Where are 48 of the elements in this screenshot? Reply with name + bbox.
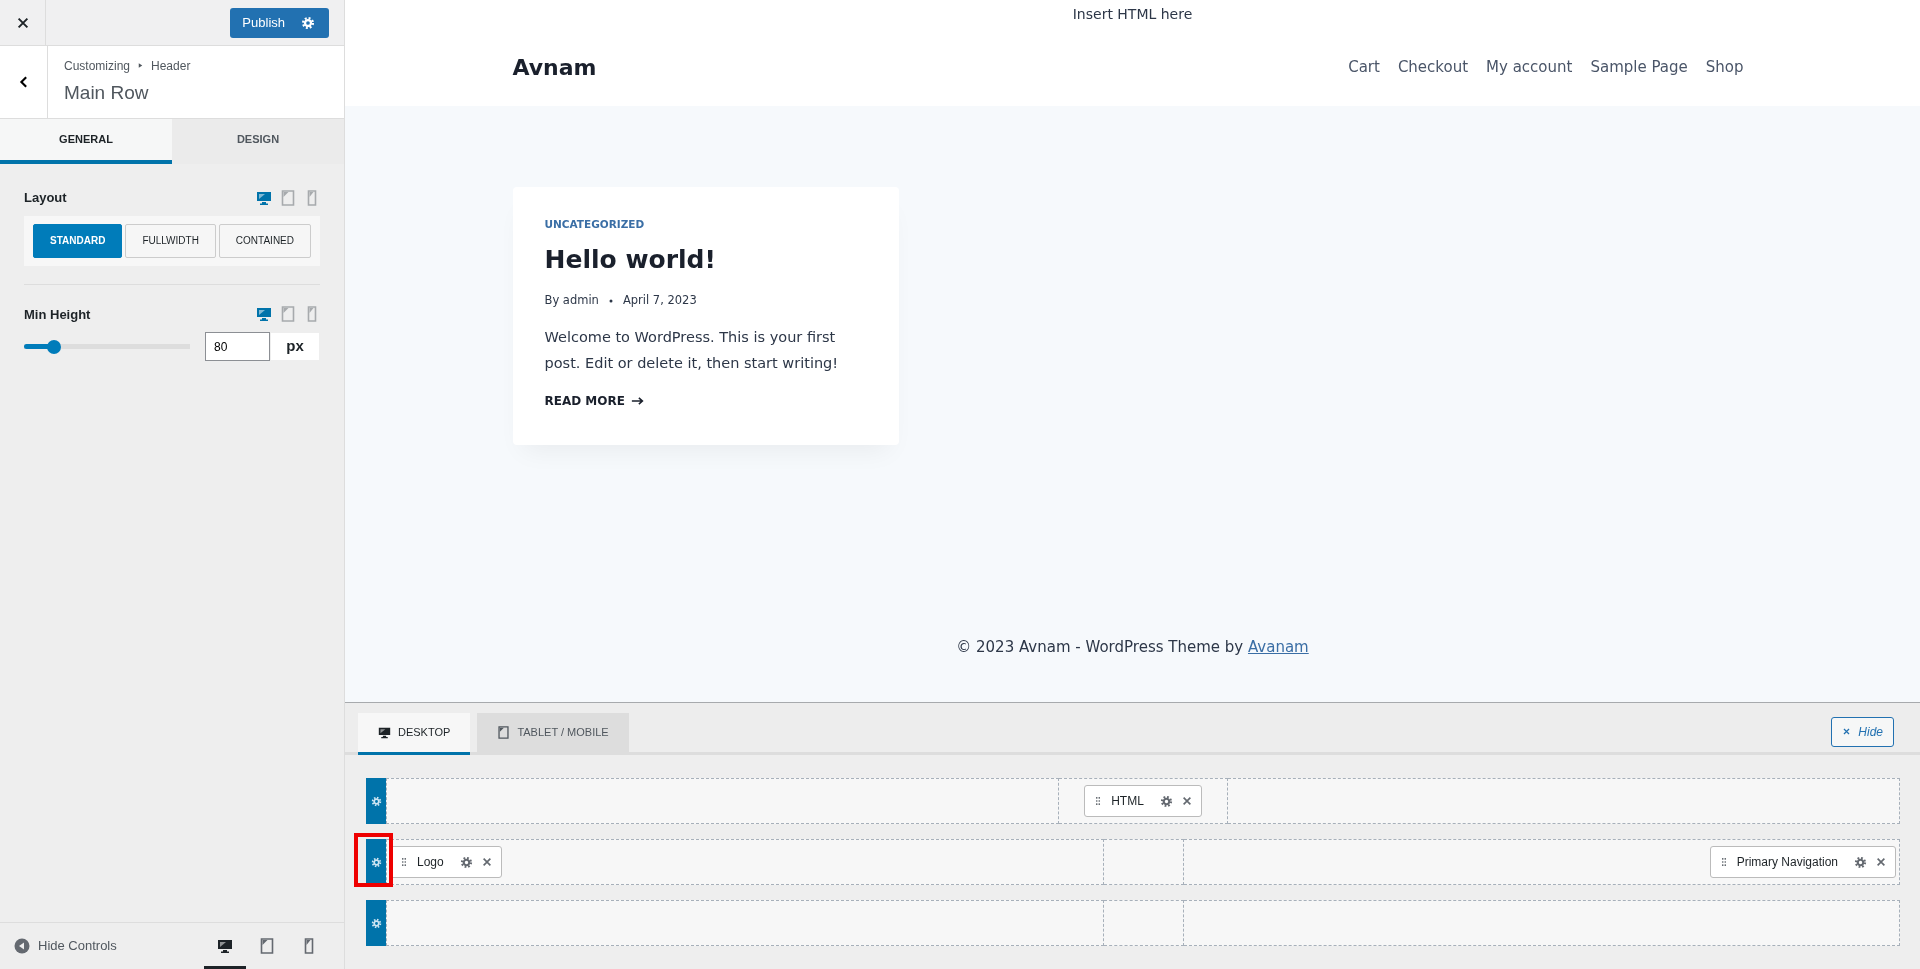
builder-tab[interactable]: TABLET / MOBILE <box>477 713 629 755</box>
row-settings-button[interactable] <box>366 839 386 885</box>
nav-link[interactable]: Cart <box>1339 55 1389 79</box>
tablet-icon[interactable] <box>497 726 511 739</box>
layout-option[interactable]: STANDARD <box>33 223 123 258</box>
header-element-chip[interactable]: HTML <box>1084 785 1202 817</box>
slider-thumb[interactable] <box>46 339 61 354</box>
row-settings-button[interactable] <box>366 900 386 946</box>
post-excerpt: Welcome to WordPress. This is your first post. Edit or delete it, then start writing! <box>544 327 840 374</box>
site-title[interactable]: Avnam <box>512 50 597 84</box>
row-settings-button[interactable] <box>366 778 386 824</box>
control-label: Layout <box>24 189 67 207</box>
read-more-link[interactable]: READ MORE <box>544 392 645 411</box>
hide-button[interactable]: Hide <box>1831 716 1894 747</box>
control-label: Min Height <box>24 305 91 324</box>
breadcrumb-text: Customizing <box>64 57 131 75</box>
desktop-icon[interactable] <box>378 726 391 739</box>
collapse-icon <box>14 938 30 954</box>
post-date: April 7, 2023 <box>622 292 697 310</box>
nav-link[interactable]: My account <box>1477 55 1582 79</box>
footer-link[interactable]: Avanam <box>1247 637 1309 656</box>
settings-icon[interactable] <box>1854 855 1867 869</box>
footer-text: © 2023 Avnam - WordPress Theme by Avanam <box>955 636 1310 658</box>
category-link[interactable]: UNCATEGORIZED <box>544 217 867 233</box>
layout-option[interactable]: FULLWIDTH <box>125 223 216 258</box>
nav-link[interactable]: Checkout <box>1388 55 1478 79</box>
nav-link[interactable]: Sample Page <box>1581 55 1697 79</box>
layout-option[interactable]: CONTAINED <box>218 223 311 258</box>
drag-handle-icon[interactable] <box>399 856 409 868</box>
separator-icon <box>137 62 145 70</box>
settings-icon[interactable] <box>1159 794 1173 808</box>
builder-tab[interactable]: DESKTOP <box>358 713 471 755</box>
desktop-icon[interactable] <box>217 937 233 954</box>
tablet-icon[interactable] <box>259 937 275 954</box>
panel-tab[interactable]: GENERAL <box>0 119 172 164</box>
nav-link[interactable]: Shop <box>1696 55 1753 79</box>
hide-controls-button[interactable]: Hide Controls <box>14 936 117 956</box>
post-title[interactable]: Hello world! <box>544 240 867 279</box>
post-author: By admin <box>544 292 599 310</box>
unit-label: px <box>270 332 320 361</box>
breadcrumb-text: Header <box>151 57 191 75</box>
header-element-chip[interactable]: Logo <box>390 846 502 878</box>
close-icon[interactable] <box>15 15 30 30</box>
header-element-chip[interactable]: Primary Navigation <box>1709 846 1896 878</box>
publish-button[interactable]: Publish <box>230 7 329 38</box>
number-field[interactable]: 80 <box>205 332 270 361</box>
settings-icon[interactable] <box>459 855 473 869</box>
section-title: Main Row <box>64 80 150 105</box>
